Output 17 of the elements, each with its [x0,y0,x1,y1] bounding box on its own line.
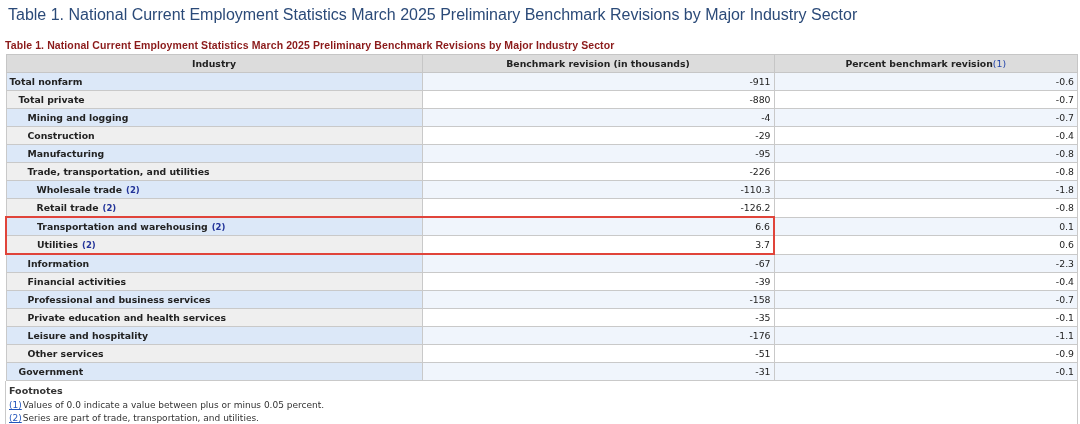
footnotes-title: Footnotes [9,385,64,396]
footnote-text: Series are part of trade, transportation, and utilities. [22,413,259,423]
footnote-link[interactable]: (2) [82,240,96,250]
page-title: Table 1. National Current Employment Statistics March 2025 Preliminary Benchmark Revisions by Major Industry Sector [7,5,859,25]
industry-cell: Transportation and warehousing (2) [6,217,422,236]
footnote-link[interactable]: (2) [102,203,117,213]
column-header: Benchmark revision (in thousands) [422,54,774,73]
column-header: Percent benchmark revision(1) [774,54,1078,73]
footnote-text: Values of 0.0 indicate a value between plus or minus 0.05 percent. [22,400,325,410]
footnote-link[interactable]: (2) [126,185,140,195]
footnote-link[interactable]: (1) [992,58,1006,69]
table-cell: 6.6 [422,217,774,236]
footnote-link[interactable]: (2) [9,413,22,423]
column-header: Industry [6,54,422,73]
footnote-link[interactable]: (1) [9,400,22,410]
footnote-link[interactable]: (2) [211,222,226,232]
table-caption: Table 1. National Current Employment Statistics March 2025 Preliminary Benchmark Revisions by Major Industry Sector [5,38,616,53]
